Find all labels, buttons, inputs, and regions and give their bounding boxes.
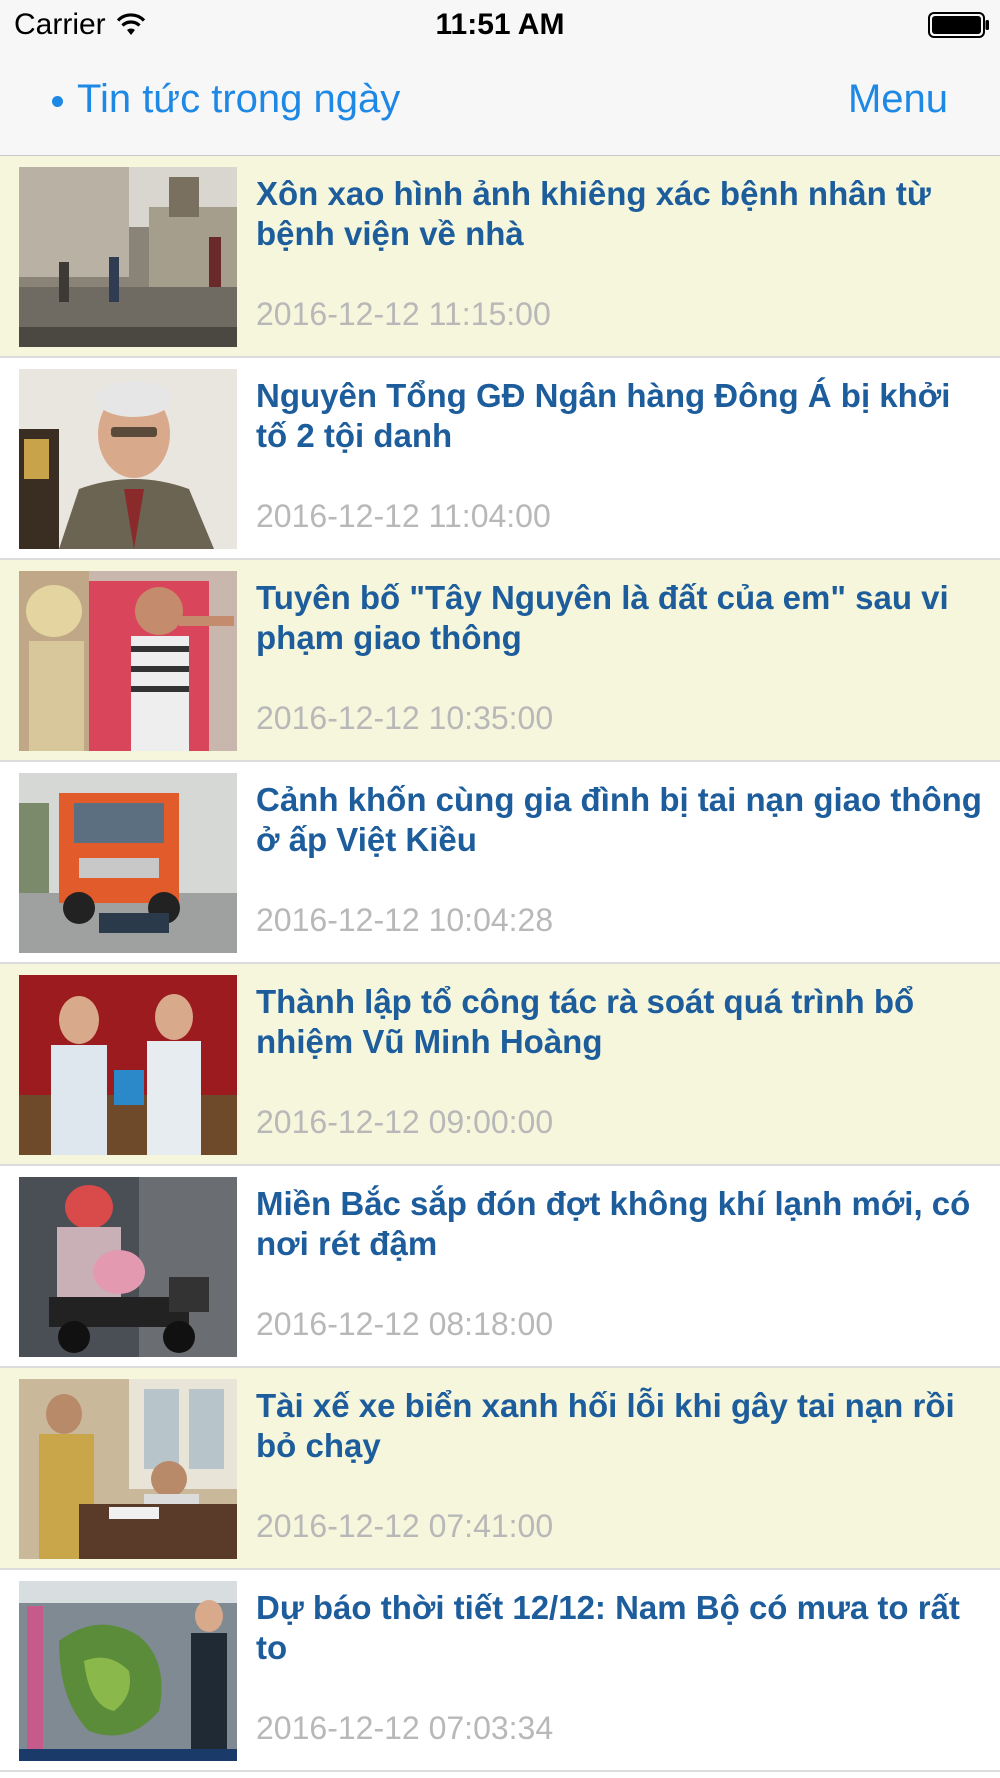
news-list: Xôn xao hình ảnh khiêng xác bệnh nhân từ… (0, 156, 1000, 1772)
news-thumbnail (19, 1581, 237, 1761)
news-item[interactable]: Dự báo thời tiết 12/12: Nam Bộ có mưa to… (0, 1570, 1000, 1772)
menu-button[interactable]: Menu (848, 77, 948, 122)
police-office-image (19, 1379, 237, 1559)
news-timestamp: 2016-12-12 10:35:00 (256, 700, 554, 736)
navigation-bar: Tin tức trong ngày Menu (0, 50, 1000, 156)
news-title[interactable]: Thành lập tổ công tác rà soát quá trình … (256, 982, 982, 1062)
news-title[interactable]: Miền Bắc sắp đón đợt không khí lạnh mới,… (256, 1184, 982, 1264)
news-title[interactable]: Cảnh khốn cùng gia đình bị tai nạn giao … (256, 780, 982, 860)
news-thumbnail (19, 1177, 237, 1357)
news-timestamp: 2016-12-12 07:41:00 (256, 1508, 554, 1544)
news-item[interactable]: Cảnh khốn cùng gia đình bị tai nạn giao … (0, 762, 1000, 964)
news-thumbnail (19, 1379, 237, 1559)
news-item[interactable]: Nguyên Tổng GĐ Ngân hàng Đông Á bị khởi … (0, 358, 1000, 560)
news-timestamp: 2016-12-12 11:04:00 (256, 498, 551, 534)
news-title[interactable]: Nguyên Tổng GĐ Ngân hàng Đông Á bị khởi … (256, 376, 982, 456)
news-thumbnail (19, 773, 237, 953)
news-title[interactable]: Tài xế xe biển xanh hối lỗi khi gây tai … (256, 1386, 982, 1466)
news-timestamp: 2016-12-12 10:04:28 (256, 902, 554, 938)
news-timestamp: 2016-12-12 09:00:00 (256, 1104, 554, 1140)
nav-title-label: Tin tức trong ngày (77, 77, 401, 121)
truck-accident-image (19, 773, 237, 953)
motorbike-cold-weather-image (19, 1177, 237, 1357)
bullet-dot-icon (52, 96, 63, 107)
news-timestamp: 2016-12-12 11:15:00 (256, 296, 551, 332)
news-thumbnail (19, 167, 237, 347)
status-time: 11:51 AM (435, 8, 565, 41)
news-item[interactable]: Tuyên bố "Tây Nguyên là đất của em" sau … (0, 560, 1000, 762)
news-timestamp: 2016-12-12 07:03:34 (256, 1710, 554, 1746)
news-item[interactable]: Tài xế xe biển xanh hối lỗi khi gây tai … (0, 1368, 1000, 1570)
news-title[interactable]: Dự báo thời tiết 12/12: Nam Bộ có mưa to… (256, 1588, 982, 1668)
news-item[interactable]: Miền Bắc sắp đón đợt không khí lạnh mới,… (0, 1166, 1000, 1368)
street-scene-image (19, 167, 237, 347)
status-bar: Carrier 11:51 AM (0, 0, 1000, 50)
news-item[interactable]: Xôn xao hình ảnh khiêng xác bệnh nhân từ… (0, 156, 1000, 358)
nav-title[interactable]: Tin tức trong ngày (52, 77, 400, 122)
portrait-image (19, 369, 237, 549)
weather-forecast-image (19, 1581, 237, 1761)
news-thumbnail (19, 369, 237, 549)
traffic-police-image (19, 571, 237, 751)
battery-icon (928, 12, 989, 38)
news-title[interactable]: Xôn xao hình ảnh khiêng xác bệnh nhân từ… (256, 174, 982, 254)
news-title[interactable]: Tuyên bố "Tây Nguyên là đất của em" sau … (256, 578, 982, 658)
news-thumbnail (19, 571, 237, 751)
news-timestamp: 2016-12-12 08:18:00 (256, 1306, 554, 1342)
news-item[interactable]: Thành lập tổ công tác rà soát quá trình … (0, 964, 1000, 1166)
news-thumbnail (19, 975, 237, 1155)
handover-ceremony-image (19, 975, 237, 1155)
